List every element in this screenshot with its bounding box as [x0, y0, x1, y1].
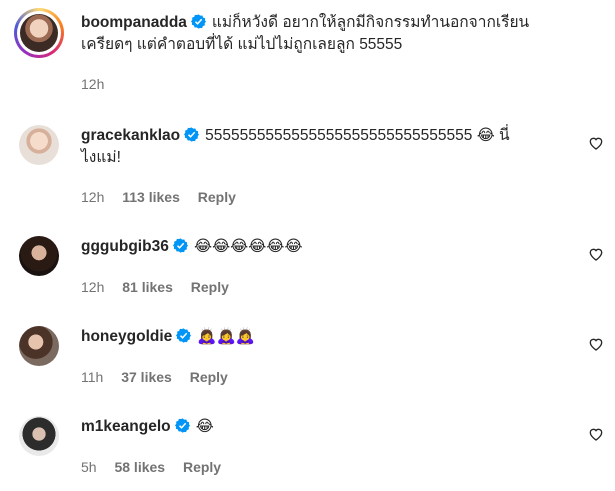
- caption-username[interactable]: boompanadda: [81, 14, 187, 31]
- comment-likes[interactable]: 58 likes: [114, 459, 165, 475]
- caption-meta: 12h: [81, 76, 118, 92]
- comment-time[interactable]: 12h: [81, 279, 104, 295]
- heart-icon[interactable]: [588, 336, 604, 352]
- comment-likes[interactable]: 37 likes: [121, 369, 172, 385]
- comment-line-1: 😂: [195, 418, 214, 435]
- commenter-avatar[interactable]: [19, 125, 59, 165]
- caption-text: boompanadda แม่ก็หวังดี อยากให้ลูกมีกิจกร…: [81, 12, 571, 56]
- caption-time[interactable]: 12h: [81, 76, 104, 92]
- comment-text: gracekanklao 5555555555555555555555555555…: [81, 125, 571, 169]
- reply-button[interactable]: Reply: [190, 369, 228, 385]
- comment-line-1: 😂😂😂😂😂😂: [193, 238, 303, 255]
- comment-meta: 12h 113 likes Reply: [81, 189, 250, 205]
- verified-badge-icon: [190, 14, 206, 29]
- comment-likes[interactable]: 81 likes: [122, 279, 173, 295]
- comment-time[interactable]: 5h: [81, 459, 97, 475]
- commenter-avatar[interactable]: [19, 236, 59, 276]
- commenter-avatar[interactable]: [19, 416, 59, 456]
- reply-button[interactable]: Reply: [198, 189, 236, 205]
- verified-badge-icon: [176, 328, 192, 343]
- commenter-avatar[interactable]: [19, 326, 59, 366]
- comment-text: honeygoldie 🙇‍♀️🙇‍♀️🙇‍♀️: [81, 326, 571, 348]
- caption-line-1: แม่ก็หวังดี อยากให้ลูกมีกิจกรรมทำนอกจากเ…: [211, 14, 530, 31]
- comment-time[interactable]: 12h: [81, 189, 104, 205]
- verified-badge-icon: [184, 127, 200, 142]
- verified-badge-icon: [174, 418, 190, 433]
- comment-line-2: ไงแม่!: [81, 149, 121, 166]
- caption-line-2: เครียดๆ แต่คำตอบที่ได้ แม่ไปไม่ถูกเลยลูก…: [81, 36, 403, 53]
- comment-time[interactable]: 11h: [81, 369, 103, 385]
- comment-meta: 12h 81 likes Reply: [81, 279, 243, 295]
- comment-line-1: 5555555555555555555555555555555 😂 นี่: [205, 127, 510, 144]
- reply-button[interactable]: Reply: [191, 279, 229, 295]
- comment-text: gggubgib36 😂😂😂😂😂😂: [81, 236, 571, 258]
- heart-icon[interactable]: [588, 246, 604, 262]
- comment-text: m1keangelo 😂: [81, 416, 571, 438]
- comment-meta: 11h 37 likes Reply: [81, 369, 242, 385]
- comment-username[interactable]: honeygoldie: [81, 328, 172, 345]
- comment-username[interactable]: gracekanklao: [81, 127, 180, 144]
- author-avatar[interactable]: [14, 8, 64, 58]
- comment-username[interactable]: m1keangelo: [81, 418, 171, 435]
- comment-meta: 5h 58 likes Reply: [81, 459, 235, 475]
- heart-icon[interactable]: [588, 135, 604, 151]
- comment-username[interactable]: gggubgib36: [81, 238, 169, 255]
- comment-line-1: 🙇‍♀️🙇‍♀️🙇‍♀️: [197, 328, 256, 345]
- heart-icon[interactable]: [588, 426, 604, 442]
- comment-likes[interactable]: 113 likes: [122, 189, 180, 205]
- verified-badge-icon: [172, 238, 188, 253]
- reply-button[interactable]: Reply: [183, 459, 221, 475]
